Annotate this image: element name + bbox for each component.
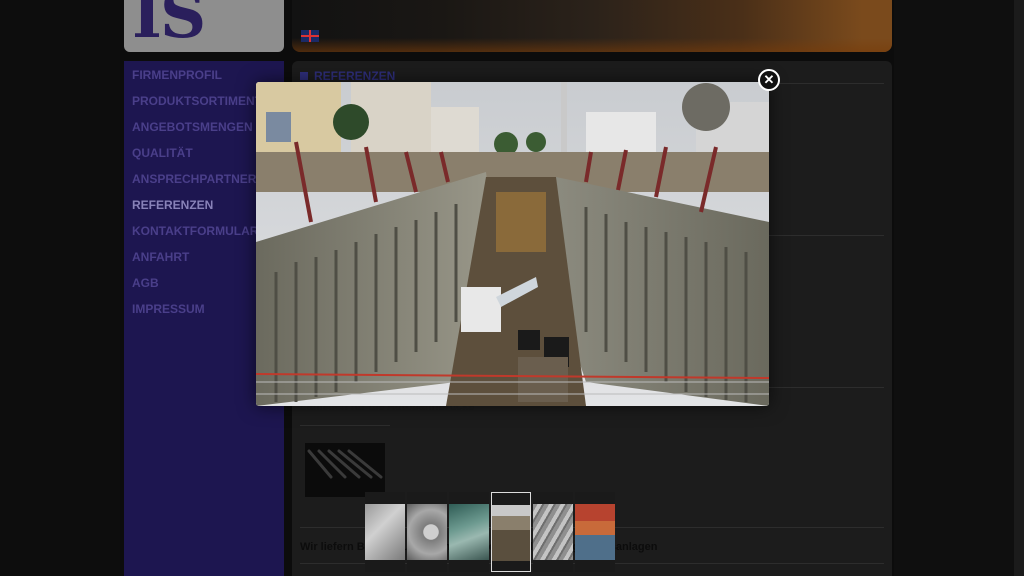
logo-text: IS	[132, 0, 206, 52]
thumbnail-4-active[interactable]	[491, 492, 531, 572]
thumbnail-strip	[365, 492, 617, 572]
thumbnail-1[interactable]	[365, 492, 405, 572]
thumbnail-5[interactable]	[533, 492, 573, 572]
site-logo[interactable]: IS	[124, 0, 284, 52]
page-title: REFERENZEN	[300, 69, 395, 83]
left-margin	[0, 0, 120, 576]
uk-flag-icon[interactable]	[301, 30, 319, 42]
header-banner	[292, 0, 892, 52]
page: IS FIRMENPROFIL PRODUKTSORTIMENT ANGEBOT…	[0, 0, 1024, 576]
thumbnail-6[interactable]	[575, 492, 615, 572]
divider	[300, 425, 390, 426]
right-margin	[894, 0, 1024, 576]
thumbnail-2[interactable]	[407, 492, 447, 572]
reference-thumbnail[interactable]	[305, 443, 385, 497]
lightbox-image[interactable]	[256, 82, 769, 406]
thumbnail-3[interactable]	[449, 492, 489, 572]
close-icon[interactable]: ✕	[758, 69, 780, 91]
scrollbar[interactable]	[1014, 0, 1024, 576]
construction-site-photo	[256, 82, 769, 406]
